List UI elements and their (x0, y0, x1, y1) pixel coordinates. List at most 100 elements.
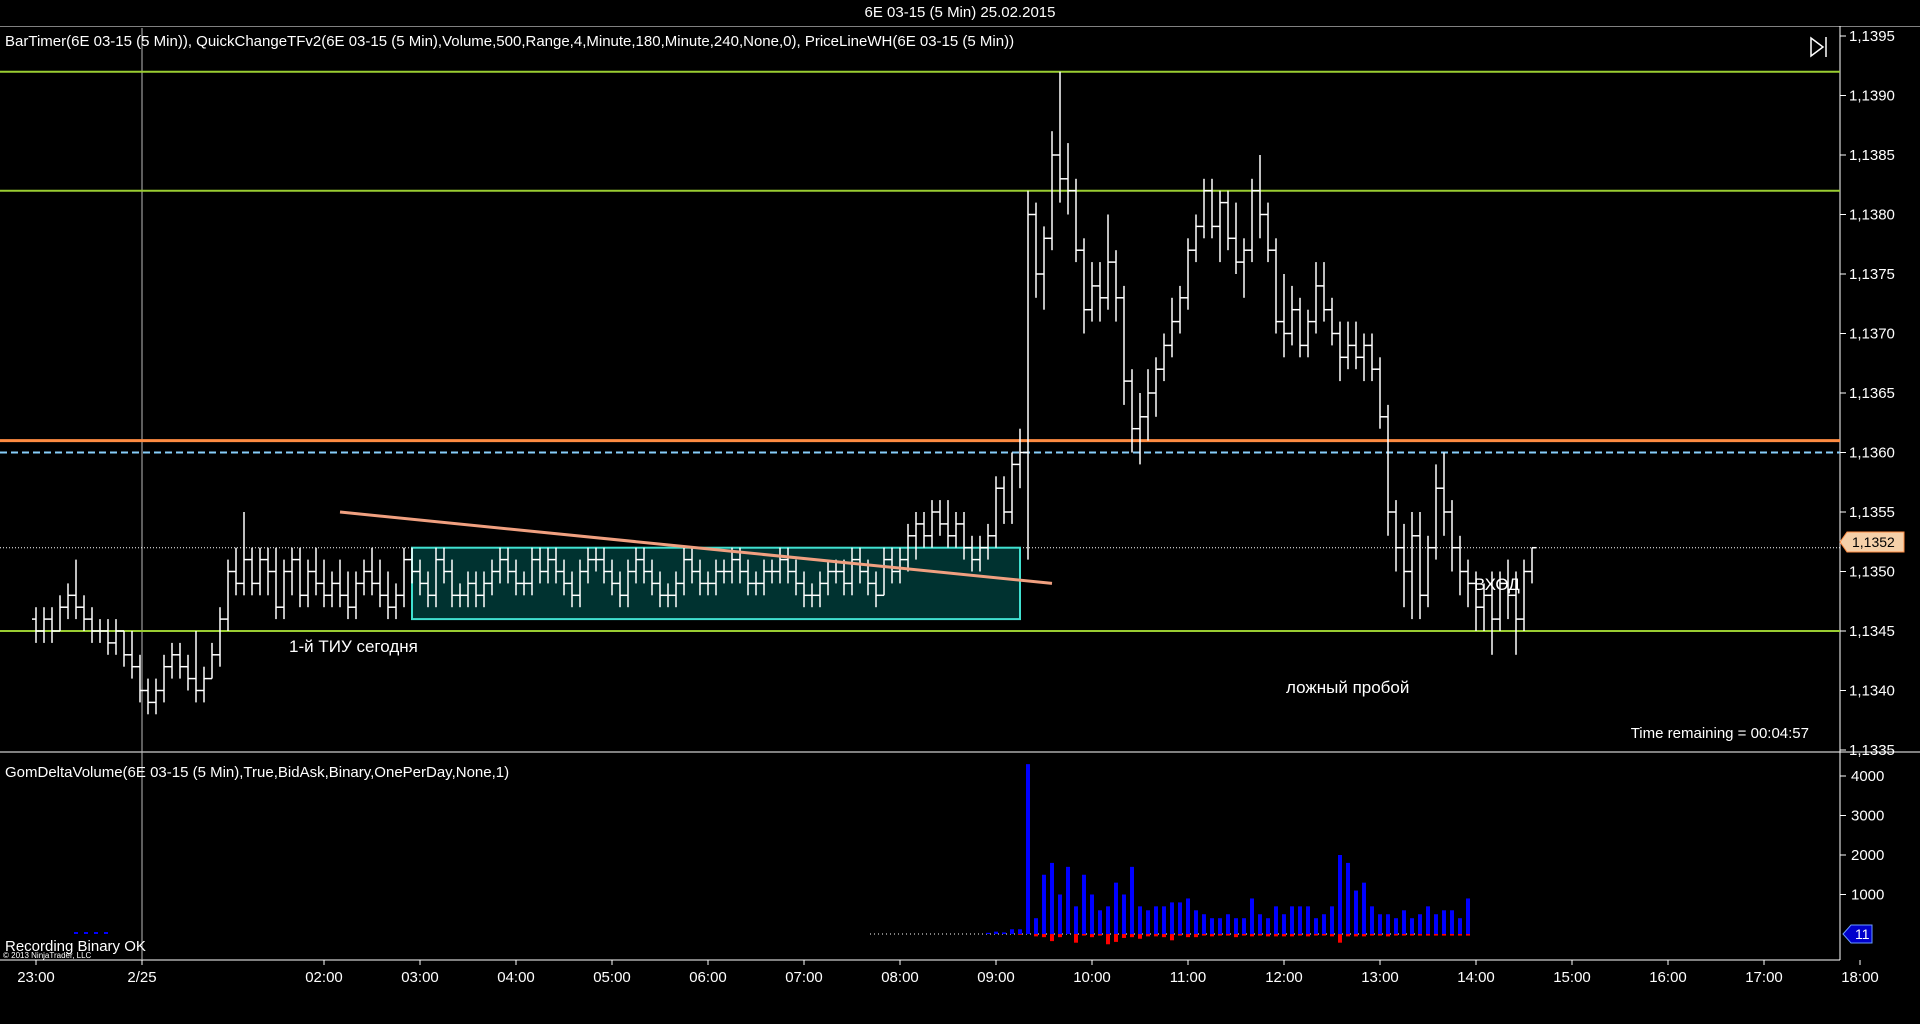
ohlc-bar (168, 642, 176, 679)
delta-ask-bar (1018, 929, 1022, 934)
delta-ask-bar (1026, 764, 1030, 934)
ohlc-bar (1016, 428, 1024, 489)
delta-ask-bar (1122, 894, 1126, 934)
delta-ask-bar (1154, 906, 1158, 934)
delta-bid-bar (1466, 934, 1470, 936)
ohlc-bar (1224, 190, 1232, 251)
delta-ask-bar (1354, 890, 1358, 934)
ohlc-bar (312, 547, 320, 596)
ohlc-bar (1280, 274, 1288, 358)
delta-bid-bar (1322, 934, 1326, 936)
delta-ask-bar (1386, 914, 1390, 934)
price-axis-ticks[interactable]: 1,1335 1,1340 1,1345 1,1350 1,1355 1,1360 1,13… (1840, 28, 1895, 759)
price-tick-label: 1,1380 (1849, 207, 1895, 224)
delta-bid-bar (1458, 934, 1462, 936)
delta-ask-bar (1434, 914, 1438, 934)
ohlc-bar (400, 547, 408, 608)
delta-bid-bar (1050, 934, 1054, 942)
delta-ask-bar (1218, 918, 1222, 934)
ohlc-bar (1024, 190, 1032, 560)
window-title: 6E 03-15 (5 Min) 25.02.2015 (0, 0, 1920, 26)
delta-ask-bar (1466, 898, 1470, 934)
ohlc-bar (1392, 500, 1400, 572)
delta-bid-bar (1202, 934, 1206, 936)
ohlc-bar (1200, 178, 1208, 239)
ohlc-bar (1112, 250, 1120, 322)
ohlc-bar (96, 619, 104, 643)
ohlc-bar (384, 571, 392, 620)
ohlc-bar (1056, 71, 1064, 203)
delta-bid-bar (1042, 934, 1046, 938)
ohlc-bar (40, 607, 48, 643)
ohlc-bar (368, 547, 376, 596)
delta-bid-bar (1218, 934, 1222, 936)
time-remaining-label: Time remaining = 00:04:57 (1631, 725, 1809, 742)
delta-ask-bar (1458, 918, 1462, 934)
ohlc-bar (936, 500, 944, 536)
price-tick-label: 1,1340 (1849, 683, 1895, 700)
delta-ask-bar (1130, 866, 1134, 934)
ohlc-bar (1288, 285, 1296, 346)
ohlc-bar (1384, 404, 1392, 536)
delta-ask-bar (1362, 882, 1366, 934)
ohlc-bar (72, 559, 80, 620)
chart-canvas[interactable]: 1,1335 1,1340 1,1345 1,1350 1,1355 1,1360 1,13… (0, 26, 1920, 1024)
ohlc-bar (184, 654, 192, 691)
time-axis-ticks[interactable]: 23:00 2/25 02:00 03:00 04:00 05:00 06:00 07:00 0… (17, 960, 1879, 986)
ohlc-bar (952, 512, 960, 548)
ohlc-bar (1440, 452, 1448, 536)
ohlc-bar (1144, 369, 1152, 441)
ohlc-bar (1328, 297, 1336, 346)
time-tick-label: 18:00 (1841, 969, 1879, 986)
delta-bid-bar (1418, 934, 1422, 936)
ohlc-bar (240, 512, 248, 596)
delta-bid-bar (1250, 934, 1254, 937)
delta-bid-bar (1154, 934, 1158, 937)
delta-ask-bar (1210, 918, 1214, 934)
time-tick-label: 13:00 (1361, 969, 1399, 986)
volume-badge: 11 (1842, 924, 1873, 944)
delta-ask-bar (1338, 855, 1342, 934)
ohlc-bar (944, 500, 952, 548)
ohlc-bar (928, 500, 936, 548)
delta-bid-bar (1194, 934, 1198, 938)
collapse-panel-icon[interactable] (1810, 36, 1827, 58)
delta-bid-bar (1146, 934, 1150, 937)
ohlc-bar (1080, 238, 1088, 334)
price-tick-label: 1,1350 (1849, 564, 1895, 581)
delta-ask-bar (1370, 906, 1374, 934)
ohlc-bar (1184, 238, 1192, 310)
delta-bid-bar (1290, 934, 1294, 937)
ohlc-bar (88, 607, 96, 643)
delta-ask-bar (1066, 866, 1070, 934)
delta-bid-bar (1186, 934, 1190, 938)
ohlc-bar (272, 547, 280, 620)
volume-tick-label: 3000 (1851, 808, 1884, 825)
delta-bid-bar (1370, 934, 1374, 936)
time-tick-label: 08:00 (881, 969, 919, 986)
ohlc-bar (352, 571, 360, 620)
price-tick-label: 1,1365 (1849, 385, 1895, 402)
delta-ask-bar (1314, 918, 1318, 934)
delta-ask-bar (1194, 910, 1198, 934)
time-tick-label: 04:00 (497, 969, 535, 986)
delta-bid-bar (1434, 934, 1438, 936)
time-tick-label: 05:00 (593, 969, 631, 986)
delta-bid-bar (1162, 934, 1166, 938)
recording-status-dots (74, 932, 108, 934)
ohlc-bar (1464, 559, 1472, 608)
delta-bid-bar (1362, 934, 1366, 937)
delta-ask-bar (1058, 894, 1062, 934)
delta-bid-bar (1178, 934, 1182, 936)
delta-bid-bar (1122, 934, 1126, 938)
ohlc-bar (1160, 333, 1168, 382)
ohlc-bar (1304, 309, 1312, 358)
delta-volume-bars (870, 764, 1470, 945)
ohlc-bar (1136, 393, 1144, 465)
ohlc-bar (1344, 321, 1352, 370)
delta-bid-bar (1210, 934, 1214, 937)
delta-bid-bar (1258, 934, 1262, 936)
annotation-false-breakout: ложный пробой (1286, 678, 1409, 697)
delta-ask-bar (1090, 894, 1094, 934)
ohlc-bar (1032, 202, 1040, 298)
